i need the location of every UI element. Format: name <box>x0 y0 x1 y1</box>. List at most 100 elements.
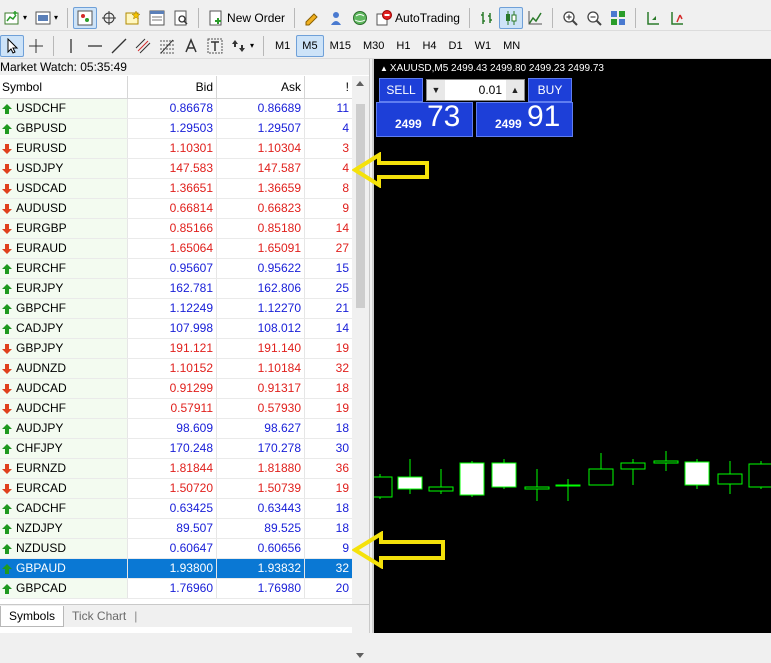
lot-size-value[interactable]: 0.01 <box>445 83 506 97</box>
symbol-cell[interactable]: GBPUSD <box>0 119 128 138</box>
symbol-cell[interactable]: EURUSD <box>0 139 128 158</box>
symbol-cell[interactable]: GBPCAD <box>0 579 128 598</box>
symbol-row-gbpchf[interactable]: GBPCHF 1.12249 1.12270 21 <box>0 299 352 319</box>
collapse-triangle-icon[interactable]: ▲ <box>380 64 388 73</box>
symbol-cell[interactable]: EURNZD <box>0 459 128 478</box>
symbol-cell[interactable]: USDJPY <box>0 159 128 178</box>
navigator-button[interactable] <box>121 7 145 29</box>
symbol-cell[interactable]: GBPCHF <box>0 299 128 318</box>
symbol-cell[interactable]: AUDJPY <box>0 419 128 438</box>
symbol-row-eurchf[interactable]: EURCHF 0.95607 0.95622 15 <box>0 259 352 279</box>
lot-increment-icon[interactable]: ▲ <box>506 80 524 100</box>
symbol-row-audcad[interactable]: AUDCAD 0.91299 0.91317 18 <box>0 379 352 399</box>
lot-size-input[interactable]: ▼ 0.01 ▲ <box>426 79 525 101</box>
timeframe-m5[interactable]: M5 <box>296 34 324 57</box>
symbol-cell[interactable]: NZDUSD <box>0 539 128 558</box>
sell-button[interactable]: SELL <box>379 78 423 102</box>
symbol-cell[interactable]: AUDNZD <box>0 359 128 378</box>
symbol-row-euraud[interactable]: EURAUD 1.65064 1.65091 27 <box>0 239 352 259</box>
timeframe-m15[interactable]: M15 <box>324 35 357 57</box>
symbol-row-audnzd[interactable]: AUDNZD 1.10152 1.10184 32 <box>0 359 352 379</box>
symbol-cell[interactable]: GBPAUD <box>0 559 128 578</box>
buy-price-panel[interactable]: 2499 91 <box>476 102 573 137</box>
symbol-cell[interactable]: GBPJPY <box>0 339 128 358</box>
autotrading-button[interactable]: AutoTrading <box>372 7 464 29</box>
timeframe-h4[interactable]: H4 <box>416 35 442 57</box>
metaeditor-button[interactable] <box>300 7 324 29</box>
scroll-down-icon[interactable] <box>356 653 364 658</box>
symbol-row-nzdjpy[interactable]: NZDJPY 89.507 89.525 18 <box>0 519 352 539</box>
timeframe-h1[interactable]: H1 <box>390 35 416 57</box>
symbol-row-eurnzd[interactable]: EURNZD 1.81844 1.81880 36 <box>0 459 352 479</box>
timeframe-mn[interactable]: MN <box>497 35 526 57</box>
symbol-cell[interactable]: USDCAD <box>0 179 128 198</box>
symbol-cell[interactable]: EURGBP <box>0 219 128 238</box>
symbol-row-eurgbp[interactable]: EURGBP 0.85166 0.85180 14 <box>0 219 352 239</box>
symbol-row-eurusd[interactable]: EURUSD 1.10301 1.10304 3 <box>0 139 352 159</box>
profiles-button[interactable]: ▾ <box>31 7 62 29</box>
timeframe-m1[interactable]: M1 <box>269 35 296 57</box>
symbol-cell[interactable]: EURJPY <box>0 279 128 298</box>
symbol-column-header[interactable]: Symbol <box>0 76 128 98</box>
text-label-tool[interactable] <box>203 35 227 57</box>
symbol-row-gbpjpy[interactable]: GBPJPY 191.121 191.140 19 <box>0 339 352 359</box>
market-button[interactable] <box>348 7 372 29</box>
crosshair-tool[interactable] <box>24 35 48 57</box>
sell-price-panel[interactable]: 2499 73 <box>376 102 473 137</box>
symbol-row-gbpcad[interactable]: GBPCAD 1.76960 1.76980 20 <box>0 579 352 599</box>
buy-button[interactable]: BUY <box>528 78 572 102</box>
text-tool[interactable] <box>179 35 203 57</box>
timeframe-d1[interactable]: D1 <box>443 35 469 57</box>
symbol-row-audchf[interactable]: AUDCHF 0.57911 0.57930 19 <box>0 399 352 419</box>
symbol-cell[interactable]: CHFJPY <box>0 439 128 458</box>
data-window-button[interactable] <box>97 7 121 29</box>
symbol-cell[interactable]: EURCHF <box>0 259 128 278</box>
symbol-cell[interactable]: EURAUD <box>0 239 128 258</box>
symbol-cell[interactable]: AUDUSD <box>0 199 128 218</box>
candlestick-button[interactable] <box>498 6 523 29</box>
equidistant-channel-tool[interactable] <box>131 35 155 57</box>
symbol-cell[interactable]: EURCAD <box>0 479 128 498</box>
line-chart-button[interactable] <box>523 7 547 29</box>
bar-chart-button[interactable] <box>475 7 499 29</box>
tile-windows-button[interactable] <box>606 7 630 29</box>
scrollbar-thumb[interactable] <box>356 104 365 308</box>
symbol-row-eurjpy[interactable]: EURJPY 162.781 162.806 25 <box>0 279 352 299</box>
symbol-cell[interactable]: AUDCAD <box>0 379 128 398</box>
symbol-cell[interactable]: CADJPY <box>0 319 128 338</box>
symbol-row-gbpaud[interactable]: GBPAUD 1.93800 1.93832 32 <box>0 559 352 579</box>
symbol-row-gbpusd[interactable]: GBPUSD 1.29503 1.29507 4 <box>0 119 352 139</box>
market-watch-button[interactable] <box>73 6 98 29</box>
cursor-tool[interactable] <box>0 34 24 57</box>
tab-symbols[interactable]: Symbols <box>0 605 65 627</box>
strategy-tester-button[interactable] <box>169 7 193 29</box>
horizontal-line-tool[interactable] <box>83 35 107 57</box>
zoom-out-button[interactable] <box>582 7 606 29</box>
tab-tick-chart[interactable]: Tick Chart <box>64 606 134 626</box>
symbol-cell[interactable]: NZDJPY <box>0 519 128 538</box>
zoom-in-button[interactable] <box>558 7 582 29</box>
symbol-row-usdchf[interactable]: USDCHF 0.86678 0.86689 11 <box>0 99 352 119</box>
symbol-row-audjpy[interactable]: AUDJPY 98.609 98.627 18 <box>0 419 352 439</box>
trendline-tool[interactable] <box>107 35 131 57</box>
ask-column-header[interactable]: Ask <box>217 76 305 98</box>
symbol-row-audusd[interactable]: AUDUSD 0.66814 0.66823 9 <box>0 199 352 219</box>
symbol-row-nzdusd[interactable]: NZDUSD 0.60647 0.60656 9 <box>0 539 352 559</box>
symbol-row-usdcad[interactable]: USDCAD 1.36651 1.36659 8 <box>0 179 352 199</box>
lot-dropdown-icon[interactable]: ▼ <box>427 80 445 100</box>
chart-shift-button[interactable] <box>641 7 665 29</box>
arrows-tool[interactable]: ▾ <box>227 35 258 57</box>
spread-column-header[interactable]: ! <box>305 76 352 98</box>
timeframe-w1[interactable]: W1 <box>469 35 498 57</box>
symbol-cell[interactable]: USDCHF <box>0 99 128 118</box>
autoscroll-button[interactable] <box>665 7 689 29</box>
symbol-row-usdjpy[interactable]: USDJPY 147.583 147.587 4 <box>0 159 352 179</box>
symbol-cell[interactable]: CADCHF <box>0 499 128 518</box>
fibonacci-tool[interactable] <box>155 35 179 57</box>
symbol-cell[interactable]: AUDCHF <box>0 399 128 418</box>
new-chart-button[interactable]: ▾ <box>0 7 31 29</box>
scroll-up-icon[interactable] <box>356 81 364 86</box>
terminal-button[interactable] <box>145 7 169 29</box>
symbol-row-cadjpy[interactable]: CADJPY 107.998 108.012 14 <box>0 319 352 339</box>
new-order-button[interactable]: New Order <box>204 7 289 29</box>
